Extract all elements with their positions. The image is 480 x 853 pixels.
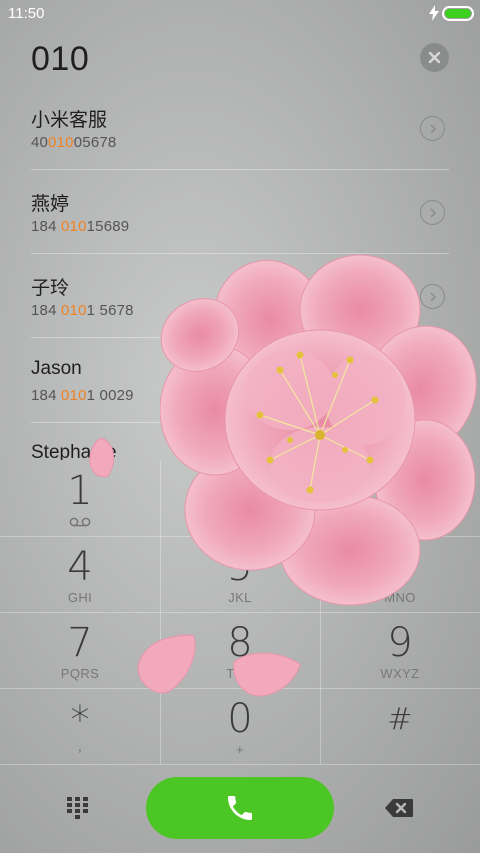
dialpad-key-2[interactable]: 2 ABC — [160, 460, 320, 536]
contact-name: Jason — [31, 358, 82, 379]
contact-detail-button[interactable] — [420, 453, 445, 460]
dialed-number-display[interactable]: 010 — [31, 40, 89, 79]
status-bar: 11:50 — [0, 0, 480, 28]
key-letters: ABC — [226, 514, 254, 529]
key-letters: DEF — [386, 514, 414, 529]
key-digit: 0 — [227, 696, 253, 742]
contact-name: Stephanie — [31, 442, 117, 460]
dialpad-key-star[interactable]: * , — [0, 688, 160, 764]
clear-button[interactable] — [420, 43, 449, 72]
chevron-right-icon — [429, 123, 436, 134]
contact-name: 子玲 — [31, 278, 70, 299]
key-digit: 7 — [67, 620, 93, 666]
contact-row[interactable]: Jason 184 0101 0029 — [0, 339, 480, 423]
dialpad-key-3[interactable]: 3 DEF — [320, 460, 480, 536]
key-digit: * — [70, 698, 90, 742]
key-letters: GHI — [67, 590, 93, 605]
key-digit: 2 — [227, 468, 253, 514]
battery-icon — [442, 6, 474, 21]
battery-level — [445, 9, 471, 18]
match-highlight: 010 — [61, 387, 87, 404]
contact-name: 燕婷 — [31, 194, 70, 215]
key-letters: WXYZ — [380, 666, 420, 681]
match-highlight: 010 — [61, 218, 87, 235]
contact-detail-button[interactable] — [420, 369, 445, 394]
bottom-action-bar — [0, 764, 480, 853]
dialpad: 1 2 ABC 3 DEF 4 GHI 5 JKL 6 MNO 7 PQRS 8… — [0, 460, 480, 764]
key-letters: , — [77, 738, 83, 755]
contact-name: 小米客服 — [31, 110, 108, 131]
contact-number: 184 0101 0029 — [31, 387, 134, 404]
dialpad-key-0[interactable]: 0 + — [160, 688, 320, 764]
match-highlight: 010 — [48, 134, 74, 151]
dialpad-key-6[interactable]: 6 MNO — [320, 536, 480, 612]
close-icon — [428, 51, 441, 64]
key-digit: 1 — [67, 468, 93, 514]
key-digit: # — [387, 702, 413, 737]
key-digit: 5 — [227, 544, 253, 590]
status-time: 11:50 — [8, 5, 45, 22]
match-highlight: 010 — [61, 302, 87, 319]
contact-row[interactable]: 燕婷 184 01015689 — [0, 170, 480, 254]
dialpad-key-5[interactable]: 5 JKL — [160, 536, 320, 612]
contact-detail-button[interactable] — [420, 284, 445, 309]
contact-number: 184 0101 5678 — [31, 302, 134, 319]
phone-icon — [228, 796, 252, 820]
call-button[interactable] — [146, 777, 334, 839]
chevron-right-icon — [429, 291, 436, 302]
key-digit: 6 — [387, 544, 413, 590]
key-digit: 8 — [227, 620, 253, 666]
dialpad-key-hash[interactable]: # — [320, 688, 480, 764]
contact-detail-button[interactable] — [420, 116, 445, 141]
backspace-icon[interactable] — [384, 798, 414, 818]
contact-row[interactable]: 小米客服 4001005678 — [0, 86, 480, 170]
contact-row[interactable]: Stephanie — [0, 423, 480, 460]
key-letters: PQRS — [60, 666, 100, 681]
key-digit: 9 — [387, 620, 413, 666]
dialpad-key-8[interactable]: 8 TUV — [160, 612, 320, 688]
contact-row[interactable]: 子玲 184 0101 5678 — [0, 254, 480, 338]
contact-detail-button[interactable] — [420, 200, 445, 225]
dialpad-key-4[interactable]: 4 GHI — [0, 536, 160, 612]
key-letters: MNO — [384, 590, 416, 605]
key-letters: TUV — [226, 666, 254, 681]
chevron-right-icon — [429, 376, 436, 387]
key-digit: 4 — [67, 544, 93, 590]
dialpad-key-7[interactable]: 7 PQRS — [0, 612, 160, 688]
voicemail-icon — [69, 517, 91, 527]
contact-number: 184 01015689 — [31, 218, 130, 235]
dialpad-grid-icon[interactable] — [66, 796, 92, 820]
key-digit: 3 — [387, 468, 413, 514]
chevron-right-icon — [429, 207, 436, 218]
contact-number: 4001005678 — [31, 134, 117, 151]
dialpad-key-1[interactable]: 1 — [0, 460, 160, 536]
key-letters: + — [236, 742, 244, 757]
charging-bolt-icon — [429, 5, 439, 21]
contact-results-list[interactable]: 小米客服 4001005678 燕婷 184 01015689 子玲 184 0… — [0, 86, 480, 460]
divider — [31, 337, 449, 338]
key-letters: JKL — [228, 590, 252, 605]
dialpad-key-9[interactable]: 9 WXYZ — [320, 612, 480, 688]
